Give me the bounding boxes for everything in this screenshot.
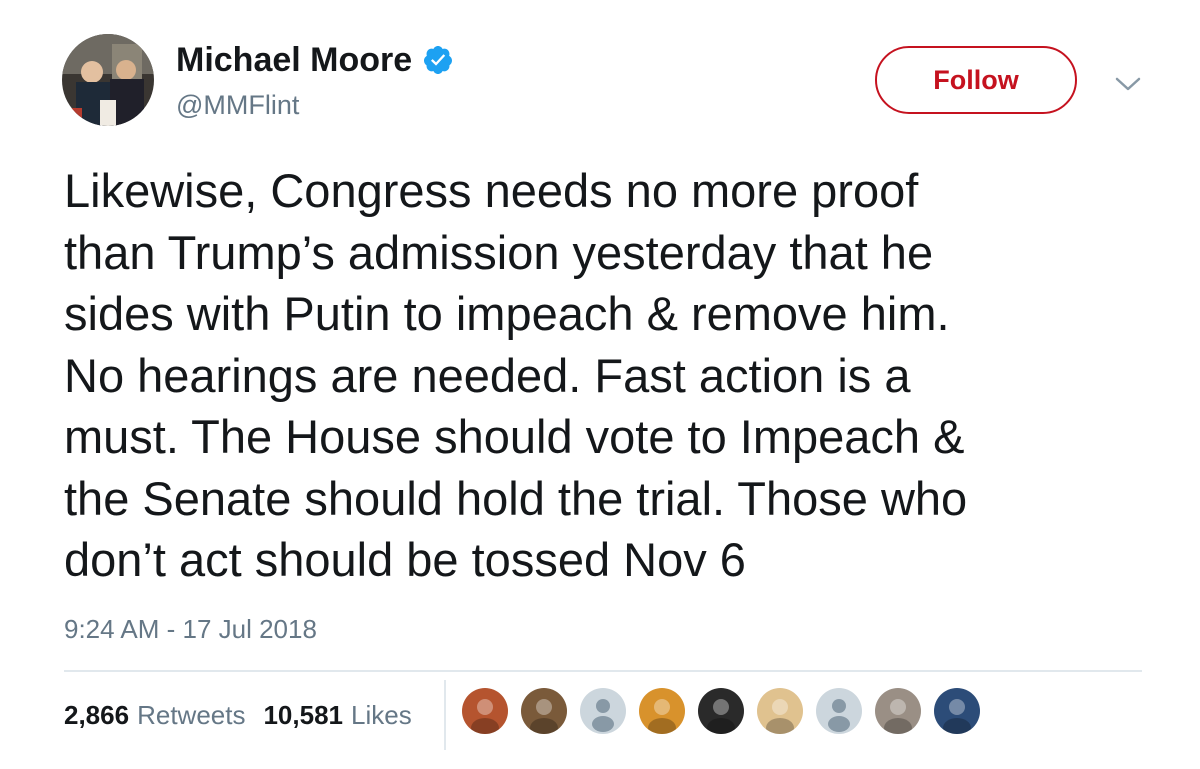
liker-avatar[interactable] (639, 688, 685, 734)
follow-button[interactable]: Follow (875, 46, 1077, 114)
author-name[interactable]: Michael Moore (176, 40, 454, 80)
default-avatar-icon[interactable] (580, 688, 626, 734)
likes-count: 10,581 (263, 700, 343, 730)
liker-avatar[interactable] (462, 688, 508, 734)
liker-avatar[interactable] (521, 688, 567, 734)
divider (64, 670, 1142, 672)
author-handle[interactable]: @MMFlint (176, 88, 299, 122)
liker-avatar[interactable] (757, 688, 803, 734)
liker-avatar[interactable] (875, 688, 921, 734)
retweets-count: 2,866 (64, 700, 130, 730)
default-avatar-icon[interactable] (816, 688, 862, 734)
liker-avatar[interactable] (698, 688, 744, 734)
tweet-text: Likewise, Congress needs no more proof t… (64, 164, 968, 586)
likes-label: Likes (351, 700, 412, 730)
author-avatar[interactable] (62, 34, 154, 126)
liker-avatars (462, 688, 980, 734)
author-name-text[interactable]: Michael Moore (176, 40, 412, 80)
liker-avatar[interactable] (934, 688, 980, 734)
stats-divider (444, 680, 446, 750)
tweet-card: Michael Moore @MMFlint Follow Likewise, … (0, 0, 1200, 769)
retweets-label: Retweets (137, 700, 246, 730)
tweet-stats: 2,866 Retweets 10,581 Likes (64, 698, 412, 732)
verified-badge-icon (424, 46, 453, 74)
likes-stat[interactable]: 10,581 Likes (263, 698, 411, 732)
retweets-stat[interactable]: 2,866 Retweets (64, 698, 245, 732)
tweet-timestamp[interactable]: 9:24 AM - 17 Jul 2018 (64, 612, 317, 646)
chevron-down-icon[interactable] (1114, 74, 1142, 94)
